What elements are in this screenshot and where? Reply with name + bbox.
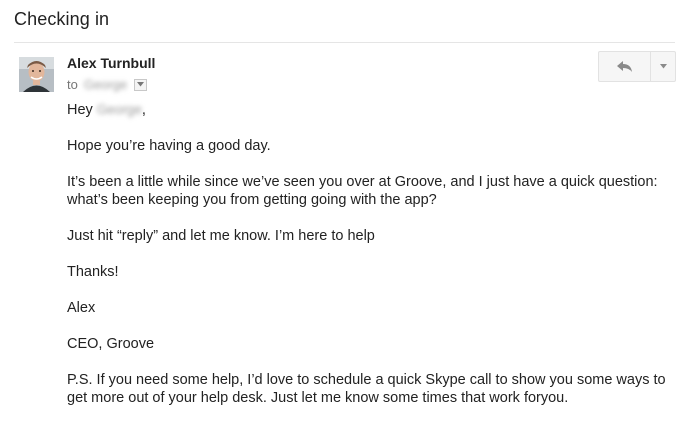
more-options-button[interactable] — [651, 52, 675, 81]
body-paragraph: Thanks! — [67, 264, 119, 280]
reply-button-group — [598, 51, 676, 82]
avatar-photo-icon — [19, 57, 54, 92]
header-divider — [14, 42, 675, 43]
email-subject: Checking in — [14, 9, 110, 29]
body-paragraph: Hope you’re having a good day. — [67, 138, 271, 154]
reply-button[interactable] — [599, 52, 651, 81]
chevron-down-icon — [659, 64, 667, 69]
to-label: to — [67, 77, 78, 92]
greeting-suffix: , — [141, 102, 146, 118]
recipient-details-dropdown[interactable] — [134, 78, 148, 91]
email-body: Hey George , Hope you’re having a good d… — [67, 101, 667, 425]
greeting-line: Hey George , — [67, 101, 667, 119]
greeting-name: George — [96, 102, 142, 117]
sender-avatar[interactable] — [19, 57, 54, 92]
body-paragraph: It’s been a little while since we’ve see… — [67, 174, 658, 208]
chevron-down-icon — [137, 82, 145, 87]
recipient-row: to George — [67, 77, 148, 92]
signature-title: CEO, Groove — [67, 336, 155, 352]
reply-arrow-icon — [616, 60, 632, 72]
greeting-prefix: Hey — [67, 102, 93, 118]
signature-name: Alex — [67, 300, 96, 316]
postscript: P.S. If you need some help, I’d love to … — [67, 372, 666, 406]
sender-name[interactable]: Alex Turnbull — [67, 55, 155, 71]
recipient-name: George — [83, 77, 128, 92]
body-paragraph: Just hit “reply” and let me know. I’m he… — [67, 228, 375, 244]
